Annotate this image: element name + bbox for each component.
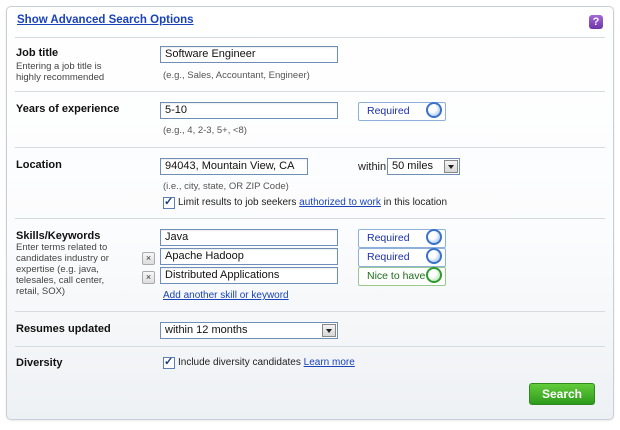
skill-input[interactable]: Java <box>160 229 338 246</box>
experience-hint: (e.g., 4, 2-3, 5+, <8) <box>163 125 247 136</box>
experience-input[interactable]: 5-10 <box>160 102 338 119</box>
toggle-knob-icon <box>426 267 442 283</box>
search-panel: Show Advanced Search Options ? Job title… <box>6 6 614 420</box>
toggle-knob-icon <box>426 229 442 245</box>
authorized-text: Limit results to job seekers authorized … <box>178 197 447 208</box>
importance-label: Nice to have <box>367 270 426 282</box>
authorized-suffix: in this location <box>383 197 448 208</box>
job-title-sublabel: highly recommended <box>16 72 105 83</box>
skills-sublabel: candidates industry or <box>16 253 109 264</box>
advanced-search-link[interactable]: Show Advanced Search Options <box>17 14 194 26</box>
job-title-hint: (e.g., Sales, Accountant, Engineer) <box>163 70 310 81</box>
location-hint: (i.e., city, state, OR ZIP Code) <box>163 181 289 192</box>
location-label: Location <box>16 159 62 171</box>
skills-sublabel: Enter terms related to <box>16 242 108 253</box>
importance-label: Required <box>367 105 410 117</box>
diversity-checkbox[interactable] <box>163 355 175 369</box>
skills-sublabel: telesales, call center, <box>16 275 105 286</box>
importance-label: Required <box>367 232 410 244</box>
within-label: within <box>358 161 387 173</box>
divider <box>15 346 605 347</box>
chevron-down-icon <box>322 324 336 337</box>
importance-label: Required <box>367 251 410 263</box>
resumes-updated-label: Resumes updated <box>16 323 111 335</box>
diversity-label: Diversity <box>16 357 63 369</box>
authorized-prefix: Limit results to job seekers <box>178 197 297 208</box>
resumes-updated-value: within 12 months <box>165 324 248 336</box>
skill-importance-toggle[interactable]: Nice to have <box>358 267 446 286</box>
radius-value: 50 miles <box>392 160 433 172</box>
divider <box>15 37 605 38</box>
location-input[interactable]: 94043, Mountain View, CA <box>160 158 308 175</box>
skills-sublabel: expertise (e.g. java, <box>16 264 99 275</box>
skills-sublabel: retail, SOX) <box>16 286 66 297</box>
divider <box>15 147 605 148</box>
resumes-updated-select[interactable]: within 12 months <box>160 322 338 339</box>
help-icon[interactable]: ? <box>589 15 603 29</box>
skill-input[interactable]: Apache Hadoop <box>160 248 338 265</box>
job-title-label: Job title <box>16 47 59 59</box>
job-title-input[interactable]: Software Engineer <box>160 46 338 63</box>
authorized-to-work-link[interactable]: authorized to work <box>299 197 381 208</box>
learn-more-link[interactable]: Learn more <box>304 357 355 368</box>
experience-importance-toggle[interactable]: Required <box>358 102 446 121</box>
skill-importance-toggle[interactable]: Required <box>358 229 446 248</box>
toggle-knob-icon <box>426 102 442 118</box>
search-button[interactable]: Search <box>529 383 595 405</box>
skill-importance-toggle[interactable]: Required <box>358 248 446 267</box>
authorized-checkbox[interactable] <box>163 195 175 209</box>
remove-skill-icon[interactable]: × <box>142 252 155 265</box>
divider <box>15 218 605 219</box>
add-skill-link[interactable]: Add another skill or keyword <box>163 290 289 301</box>
skill-input[interactable]: Distributed Applications <box>160 267 338 284</box>
diversity-checkbox-label: Include diversity candidates <box>178 357 301 368</box>
toggle-knob-icon <box>426 248 442 264</box>
divider <box>15 311 605 312</box>
divider <box>15 91 605 92</box>
remove-skill-icon[interactable]: × <box>142 271 155 284</box>
job-title-sublabel: Entering a job title is <box>16 61 102 72</box>
skills-label: Skills/Keywords <box>16 230 101 242</box>
radius-select[interactable]: 50 miles <box>387 158 460 175</box>
experience-label: Years of experience <box>16 103 120 115</box>
diversity-text: Include diversity candidates Learn more <box>178 357 355 368</box>
chevron-down-icon <box>444 160 458 173</box>
